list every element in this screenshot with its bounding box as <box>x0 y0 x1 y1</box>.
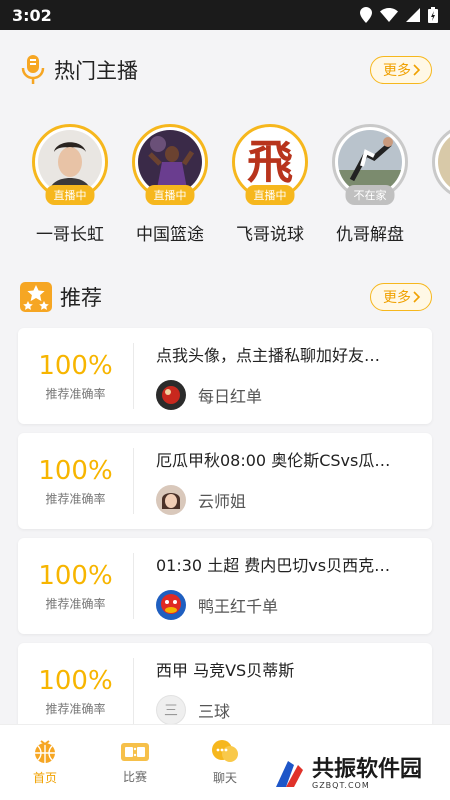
accuracy-rate: 100% <box>38 560 113 591</box>
anchor-item[interactable]: 直播中 一哥长虹 <box>20 110 120 270</box>
signal-icon <box>406 8 420 22</box>
anchor-item[interactable]: son <box>420 110 450 270</box>
tab-home[interactable]: 首页 <box>0 725 90 800</box>
wifi-icon <box>380 8 398 22</box>
basketball-icon <box>35 740 55 763</box>
author-avatar[interactable] <box>156 380 186 410</box>
watermark-title: 共振软件园 <box>312 756 423 782</box>
anchor-item[interactable]: 飛 直播中 飞哥说球 <box>220 110 320 270</box>
chevron-right-icon <box>413 64 421 76</box>
anchor-name: 仇哥解盘 <box>336 225 404 245</box>
live-badge: 直播中 <box>245 185 295 205</box>
watermark-subtitle: GZBQT.COM <box>312 780 370 790</box>
card-title: 厄瓜甲秋08:00 奥伦斯CSvs瓜… <box>156 451 391 470</box>
hot-more-button[interactable]: 更多 <box>370 56 432 84</box>
status-time: 3:02 <box>12 5 52 25</box>
anchor-avatar: 直播中 <box>32 124 108 205</box>
watermark-logo <box>276 761 303 787</box>
author-avatar[interactable] <box>156 590 186 620</box>
author-avatar-glyph: 三 <box>164 703 178 719</box>
hot-anchors-title: 热门主播 <box>54 59 138 83</box>
hot-anchors-header: 热门主播 更多 <box>0 30 450 110</box>
live-badge: 直播中 <box>145 185 195 205</box>
location-icon <box>360 7 372 23</box>
accuracy-label: 推荐准确率 <box>45 491 106 506</box>
accuracy-rate: 100% <box>38 455 113 486</box>
calligraphy-logo: 飛 <box>247 135 293 189</box>
watermark: 共振软件园 GZBQT.COM <box>250 748 450 800</box>
tab-matches-label: 比赛 <box>122 770 147 784</box>
anchor-item[interactable]: 不在家 仇哥解盘 <box>320 110 420 270</box>
live-badge: 直播中 <box>45 185 95 205</box>
tab-matches[interactable]: 比赛 <box>90 725 180 800</box>
tab-chat-label: 聊天 <box>212 771 237 785</box>
anchor-avatar: 直播中 <box>132 124 208 205</box>
card-title: 01:30 土超 费内巴切vs贝西克… <box>156 556 391 575</box>
card-title: 点我头像，点主播私聊加好友… <box>156 346 381 365</box>
anchor-avatar: 不在家 <box>332 124 408 205</box>
accuracy-rate: 100% <box>38 665 113 696</box>
author-name: 鸭王红千单 <box>198 597 279 616</box>
accuracy-label: 推荐准确率 <box>45 386 106 401</box>
recommend-header: 推荐 更多 <box>0 270 450 324</box>
tab-home-label: 首页 <box>32 771 57 785</box>
anchor-name: 中国篮途 <box>136 225 204 245</box>
scoreboard-icon <box>121 743 149 761</box>
recommend-more-button[interactable]: 更多 <box>370 283 432 311</box>
recommend-title: 推荐 <box>60 286 102 310</box>
author-avatar[interactable] <box>156 485 186 515</box>
status-bar: 3:02 <box>0 0 450 30</box>
card-title: 西甲 马竞VS贝蒂斯 <box>156 661 295 680</box>
author-name: 三球 <box>198 702 231 721</box>
battery-icon <box>428 7 438 23</box>
accuracy-label: 推荐准确率 <box>45 596 106 611</box>
recommend-card[interactable]: 100% 推荐准确率 厄瓜甲秋08:00 奥伦斯CSvs瓜… 云师姐 <box>18 433 432 529</box>
microphone-icon <box>21 55 45 84</box>
chevron-right-icon <box>413 291 421 303</box>
author-name: 云师姐 <box>198 492 247 511</box>
anchor-list: 直播中 一哥长虹 直播中 中国篮途 飛 直播中 飞哥说球 不在家 仇哥解盘 <box>0 110 450 270</box>
recommend-card[interactable]: 100% 推荐准确率 01:30 土超 费内巴切vs贝西克… 鸭王红千单 <box>18 538 432 634</box>
recommend-list: 100% 推荐准确率 点我头像，点主播私聊加好友… 每日红单 100% 推荐准确… <box>0 328 450 739</box>
chat-bubble-icon <box>212 740 238 762</box>
star-badge-icon <box>20 282 52 312</box>
anchor-avatar: 飛 直播中 <box>232 124 308 205</box>
accuracy-label: 推荐准确率 <box>45 701 106 716</box>
offline-badge: 不在家 <box>345 185 395 205</box>
anchor-name: 一哥长虹 <box>36 225 104 245</box>
accuracy-rate: 100% <box>38 350 113 381</box>
anchor-avatar <box>432 124 450 200</box>
author-avatar[interactable]: 三 <box>156 695 186 725</box>
anchor-item[interactable]: 直播中 中国篮途 <box>120 110 220 270</box>
anchor-name: 飞哥说球 <box>236 225 304 245</box>
recommend-card[interactable]: 100% 推荐准确率 点我头像，点主播私聊加好友… 每日红单 <box>18 328 432 424</box>
author-name: 每日红单 <box>198 387 263 406</box>
